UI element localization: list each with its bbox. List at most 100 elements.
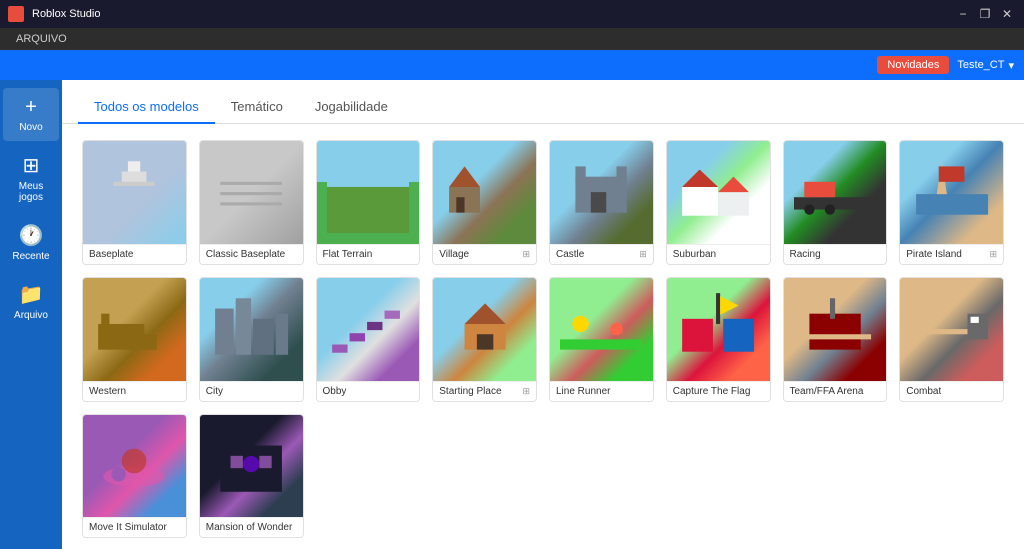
template-thumb-castle <box>550 141 653 244</box>
template-name-obby: Obby <box>323 386 347 397</box>
template-card-capture[interactable]: Capture The Flag <box>666 277 771 402</box>
template-card-western[interactable]: Western <box>82 277 187 402</box>
template-thumb-teamffa <box>784 278 887 381</box>
template-label-row-combat: Combat <box>900 381 1003 401</box>
template-thumb-starting <box>433 278 536 381</box>
template-label-row-western: Western <box>83 381 186 401</box>
template-thumb-moveit <box>83 415 186 518</box>
template-name-baseplate: Baseplate <box>89 249 133 260</box>
template-thumb-suburban <box>667 141 770 244</box>
tab-todos-modelos[interactable]: Todos os modelos <box>78 91 215 124</box>
template-thumb-mansion <box>200 415 303 518</box>
title-bar: Roblox Studio − ❐ ✕ <box>0 0 1024 28</box>
sidebar: + Novo ⊞ Meus jogos 🕐 Recente 📁 Arquivo <box>0 80 62 549</box>
template-label-row-starting: Starting Place ⊞ <box>433 381 536 401</box>
template-thumb-village <box>433 141 536 244</box>
template-name-pirate: Pirate Island <box>906 249 962 260</box>
template-icon-pirate: ⊞ <box>989 249 997 260</box>
templates-grid: Baseplate Classic Baseplate Flat Terrain Vi… <box>82 140 1004 538</box>
window-controls: − ❐ ✕ <box>954 5 1016 23</box>
template-card-teamffa[interactable]: Team/FFA Arena <box>783 277 888 402</box>
template-name-suburban: Suburban <box>673 249 716 260</box>
user-chevron-icon: ▾ <box>1008 59 1014 72</box>
template-card-city[interactable]: City <box>199 277 304 402</box>
template-label-row-moveit: Move It Simulator <box>83 517 186 537</box>
sidebar-item-recente-label: Recente <box>12 251 49 262</box>
template-name-moveit: Move It Simulator <box>89 522 167 533</box>
template-card-baseplate[interactable]: Baseplate <box>82 140 187 265</box>
template-label-row-village: Village⊞ <box>433 244 536 264</box>
template-name-capture: Capture The Flag <box>673 386 751 397</box>
template-card-flat[interactable]: Flat Terrain <box>316 140 421 265</box>
top-bar: Novidades Teste_CT ▾ <box>0 50 1024 80</box>
folder-icon: 📁 <box>19 282 44 307</box>
template-name-racing: Racing <box>790 249 821 260</box>
template-label-row-classic: Classic Baseplate <box>200 244 303 264</box>
sidebar-item-arquivo[interactable]: 📁 Arquivo <box>3 274 59 329</box>
template-name-classic: Classic Baseplate <box>206 249 285 260</box>
template-thumb-pirate <box>900 141 1003 244</box>
menu-bar: ARQUIVO <box>0 28 1024 50</box>
template-thumb-linerunner <box>550 278 653 381</box>
template-thumb-baseplate <box>83 141 186 244</box>
template-label-row-capture: Capture The Flag <box>667 381 770 401</box>
content-area: Todos os modelos Temático Jogabilidade B… <box>62 80 1024 549</box>
template-thumb-western <box>83 278 186 381</box>
templates-container: Baseplate Classic Baseplate Flat Terrain Vi… <box>62 124 1024 549</box>
template-thumb-flat <box>317 141 420 244</box>
template-thumb-capture <box>667 278 770 381</box>
template-card-castle[interactable]: Castle⊞ <box>549 140 654 265</box>
menu-arquivo[interactable]: ARQUIVO <box>8 31 75 47</box>
template-card-racing[interactable]: Racing <box>783 140 888 265</box>
template-icon-starting: ⊞ <box>522 386 530 397</box>
template-name-starting: Starting Place <box>439 386 501 397</box>
template-label-row-racing: Racing <box>784 244 887 264</box>
template-label-row-baseplate: Baseplate <box>83 244 186 264</box>
template-label-row-mansion: Mansion of Wonder <box>200 517 303 537</box>
template-name-western: Western <box>89 386 126 397</box>
template-name-city: City <box>206 386 223 397</box>
sidebar-item-meusjogos[interactable]: ⊞ Meus jogos <box>3 145 59 211</box>
template-thumb-obby <box>317 278 420 381</box>
template-label-row-city: City <box>200 381 303 401</box>
grid-icon: ⊞ <box>23 153 40 178</box>
maximize-button[interactable]: ❐ <box>976 5 994 23</box>
template-label-row-linerunner: Line Runner <box>550 381 653 401</box>
template-card-linerunner[interactable]: Line Runner <box>549 277 654 402</box>
sidebar-item-recente[interactable]: 🕐 Recente <box>3 215 59 270</box>
template-name-mansion: Mansion of Wonder <box>206 522 293 533</box>
template-card-village[interactable]: Village⊞ <box>432 140 537 265</box>
template-label-row-teamffa: Team/FFA Arena <box>784 381 887 401</box>
minimize-button[interactable]: − <box>954 5 972 23</box>
template-card-combat[interactable]: Combat <box>899 277 1004 402</box>
template-card-starting[interactable]: Starting Place ⊞ <box>432 277 537 402</box>
template-name-castle: Castle <box>556 249 584 260</box>
tab-jogabilidade[interactable]: Jogabilidade <box>299 91 404 124</box>
novidades-button[interactable]: Novidades <box>877 56 949 74</box>
sidebar-item-arquivo-label: Arquivo <box>14 310 48 321</box>
sidebar-item-novo-label: Novo <box>19 122 42 133</box>
sidebar-item-novo[interactable]: + Novo <box>3 88 59 141</box>
template-card-obby[interactable]: Obby <box>316 277 421 402</box>
app-title: Roblox Studio <box>32 8 101 20</box>
user-display: Teste_CT ▾ <box>957 59 1014 72</box>
sidebar-item-meusjogos-label: Meus jogos <box>7 181 55 203</box>
template-card-pirate[interactable]: Pirate Island ⊞ <box>899 140 1004 265</box>
template-card-classic[interactable]: Classic Baseplate <box>199 140 304 265</box>
plus-icon: + <box>25 96 37 119</box>
template-icon-village: ⊞ <box>522 249 530 260</box>
template-name-flat: Flat Terrain <box>323 249 373 260</box>
template-card-suburban[interactable]: Suburban <box>666 140 771 265</box>
close-button[interactable]: ✕ <box>998 5 1016 23</box>
template-label-row-obby: Obby <box>317 381 420 401</box>
template-label-row-pirate: Pirate Island ⊞ <box>900 244 1003 264</box>
template-card-mansion[interactable]: Mansion of Wonder <box>199 414 304 539</box>
tabs-bar: Todos os modelos Temático Jogabilidade <box>62 80 1024 124</box>
template-thumb-combat <box>900 278 1003 381</box>
tab-tematico[interactable]: Temático <box>215 91 299 124</box>
template-label-row-suburban: Suburban <box>667 244 770 264</box>
template-name-teamffa: Team/FFA Arena <box>790 386 864 397</box>
template-card-moveit[interactable]: Move It Simulator <box>82 414 187 539</box>
app-icon <box>8 6 24 22</box>
template-label-row-flat: Flat Terrain <box>317 244 420 264</box>
